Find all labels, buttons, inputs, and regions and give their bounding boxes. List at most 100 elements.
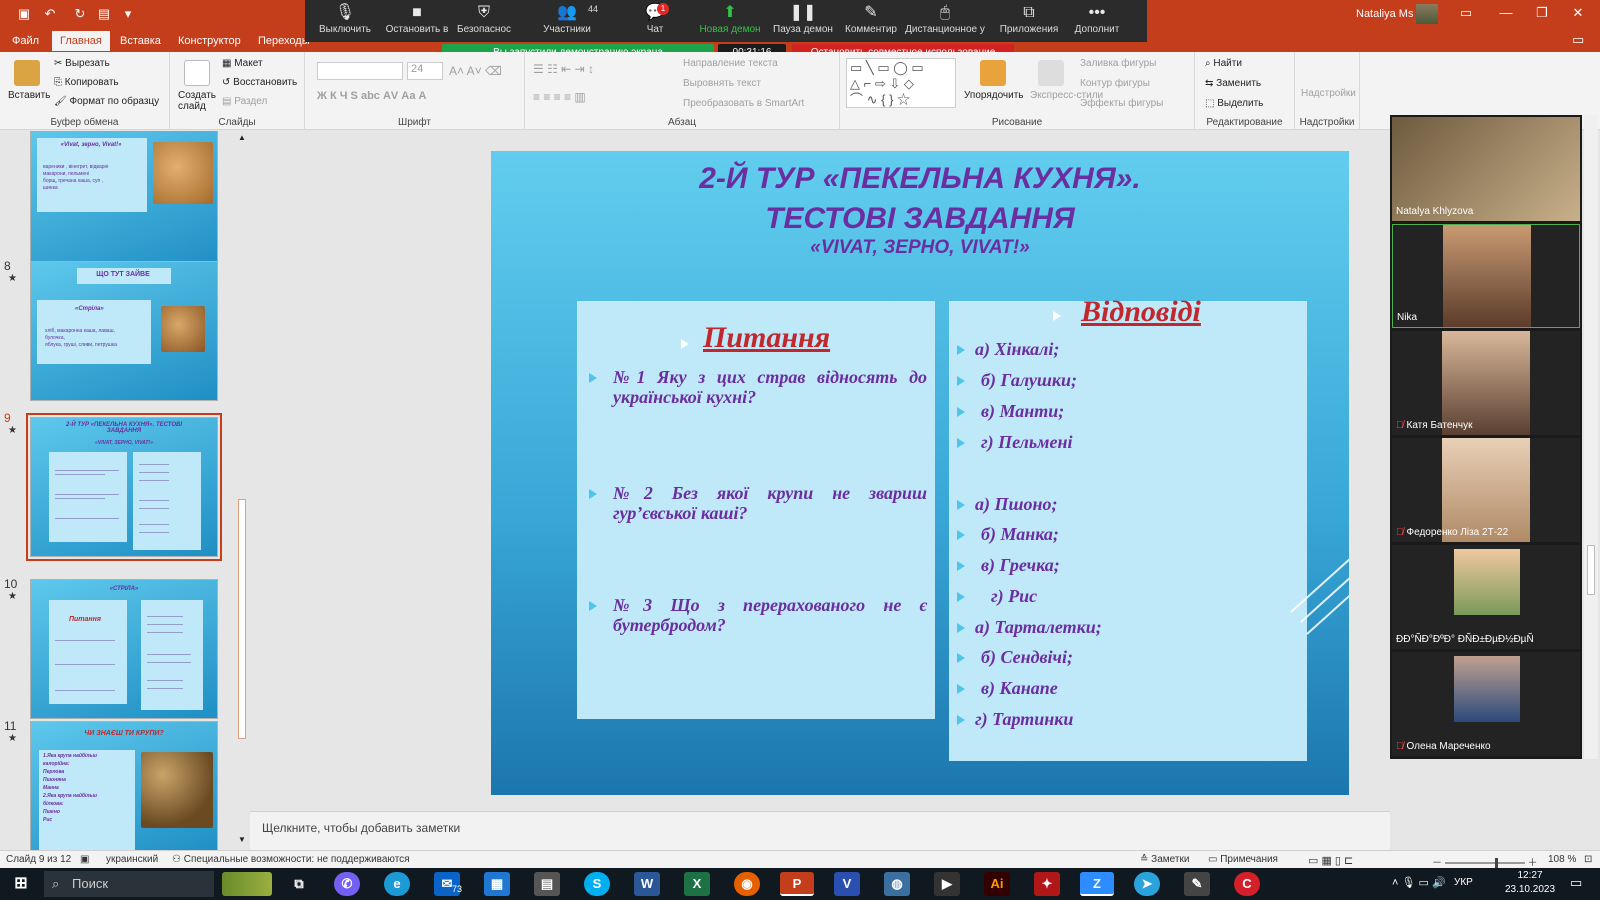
shape-fill-button[interactable]: Заливка фигуры xyxy=(1080,58,1156,69)
comments-toggle[interactable]: ▭ Примечания xyxy=(1208,854,1278,865)
calendar-icon[interactable]: ▦ xyxy=(484,872,510,896)
task-view-icon[interactable]: ⧉ xyxy=(286,872,312,896)
tab-file[interactable]: Файл xyxy=(6,33,45,49)
thumbnail-slide-9[interactable]: 2-Й ТУР «ПЕКЕЛЬНА КУХНЯ». ТЕСТОВІ ЗАВДАН… xyxy=(26,413,222,561)
replace-button[interactable]: ⇆ Заменить xyxy=(1205,78,1261,89)
quick-styles-icon[interactable] xyxy=(1038,60,1064,86)
taskbar-search[interactable]: ⌕ Поиск xyxy=(44,871,214,897)
find-button[interactable]: ⌕ Найти xyxy=(1205,58,1242,69)
participants-scrollbar[interactable] xyxy=(1584,115,1598,759)
edge-icon[interactable]: e xyxy=(384,872,410,896)
word-icon[interactable]: W xyxy=(634,872,660,896)
skype-icon[interactable]: S xyxy=(584,872,610,896)
red-app-icon[interactable]: C xyxy=(1234,872,1260,896)
arrange-icon[interactable] xyxy=(980,60,1006,86)
notification-icon[interactable]: ▭ xyxy=(1570,875,1582,891)
reset-button[interactable]: ↺ Восстановить xyxy=(222,77,297,88)
mute-button[interactable]: 🎙 Выключить xyxy=(315,2,375,35)
video-editor-icon[interactable]: ▶ xyxy=(934,872,960,896)
smartart-button[interactable]: Преобразовать в SmartArt xyxy=(683,98,804,109)
select-button[interactable]: ⬚ Выделить xyxy=(1205,98,1263,109)
view-buttons[interactable]: ▭ ▦ ▯ ⊏ xyxy=(1308,854,1353,867)
annotate-button[interactable]: ✎ Комментир xyxy=(841,2,901,35)
security-button[interactable]: ⛨ Безопаснос xyxy=(453,2,515,35)
layout-button[interactable]: ▦ Макет xyxy=(222,58,263,69)
comments-icon[interactable]: ▭ xyxy=(1572,32,1584,48)
fit-to-window-icon[interactable]: ⊡ xyxy=(1584,854,1592,865)
font-grow-icon[interactable]: A˄ A˅ ⌫ xyxy=(449,64,502,78)
firefox-icon[interactable]: ◉ xyxy=(734,872,760,896)
font-size-input[interactable]: 24 xyxy=(407,62,443,80)
scroll-up-icon[interactable]: ▲ xyxy=(237,133,247,143)
tab-home[interactable]: Главная xyxy=(52,31,110,51)
minimize-icon[interactable]: — xyxy=(1488,0,1524,26)
spellcheck-icon[interactable]: ▣ xyxy=(80,854,89,865)
tab-insert[interactable]: Вставка xyxy=(114,33,167,49)
shapes-gallery[interactable]: ▭ ╲ ▭ ◯ ▭ △ ⌐ ⇨ ⇩ ◇ ⌒ ∿ { } ☆ xyxy=(846,58,956,108)
participant-tile[interactable]: 🎙̸ Олена Мареченко xyxy=(1392,652,1580,756)
font-name-input[interactable] xyxy=(317,62,403,80)
arrange-button[interactable]: Упорядочить xyxy=(964,90,1024,101)
user-avatar[interactable] xyxy=(1416,4,1438,24)
scroll-down-icon[interactable]: ▼ xyxy=(237,835,247,845)
pen-app-icon[interactable]: ✎ xyxy=(1184,872,1210,896)
notes-toggle[interactable]: ≙ Заметки xyxy=(1140,854,1189,865)
participant-tile[interactable]: 🎙̸ Федоренко Ліза 2Т-22 xyxy=(1392,438,1580,542)
globe-app-icon[interactable]: ◍ xyxy=(884,872,910,896)
zoom-slider[interactable]: － ＋ xyxy=(1432,854,1538,869)
search-highlight-image[interactable] xyxy=(222,872,272,896)
thumbnail-slide-11[interactable]: ЧИ ЗНАЄШ ТИ КРУПИ? 1.Яка крупа найбільш … xyxy=(30,721,218,850)
align-buttons[interactable]: ≡ ≡ ≡ ≡ ▥ xyxy=(533,90,586,104)
font-format-buttons[interactable]: Ж К Ч S abc АV Аа А xyxy=(317,90,427,102)
tab-design[interactable]: Конструктор xyxy=(172,33,247,49)
chat-button[interactable]: 💬 Чат xyxy=(627,2,683,35)
shape-effects-button[interactable]: Эффекты фигуры xyxy=(1080,98,1163,109)
clock-date[interactable]: 23.10.2023 xyxy=(1500,884,1560,895)
copy-button[interactable]: ⎘ Копировать xyxy=(54,77,119,88)
text-direction-button[interactable]: Направление текста xyxy=(683,58,778,69)
undo-icon[interactable]: ↶ xyxy=(42,6,58,22)
viber-icon[interactable]: ✆ xyxy=(334,872,360,896)
addins-button[interactable]: Надстройки xyxy=(1301,88,1356,99)
thumbnails-scrollbar[interactable]: ▲ ▼ xyxy=(236,131,248,850)
more-button[interactable]: ••• Дополнит xyxy=(1065,2,1129,35)
clock-time[interactable]: 12:27 xyxy=(1500,870,1560,881)
align-text-button[interactable]: Выровнять текст xyxy=(683,78,761,89)
accessibility-status[interactable]: ⚇ Специальные возможности: не поддержива… xyxy=(172,854,410,865)
participant-tile[interactable]: Natalya Khlyzova xyxy=(1392,117,1580,221)
participant-tile[interactable]: 🎙̸ Катя Батенчук xyxy=(1392,331,1580,435)
illustrator-icon[interactable]: Ai xyxy=(984,872,1010,896)
scroll-thumb[interactable] xyxy=(1587,545,1595,595)
new-share-button[interactable]: ⬆ Новая демон xyxy=(697,2,763,35)
start-slideshow-icon[interactable]: ▤ xyxy=(96,6,112,22)
scroll-thumb[interactable] xyxy=(238,499,246,739)
redo-icon[interactable]: ↻ xyxy=(72,6,88,22)
participant-tile[interactable]: Nika xyxy=(1392,224,1580,328)
participant-tile[interactable]: ÐÐ°ÑÐ°ÐºÐ° ÐÑÐ±ÐµÐ½ÐµÑ xyxy=(1392,545,1580,649)
ribbon-display-icon[interactable]: ▭ xyxy=(1448,0,1484,26)
new-slide-button[interactable]: Создать слайд xyxy=(178,90,218,112)
close-icon[interactable]: ✕ xyxy=(1560,0,1596,26)
shape-outline-button[interactable]: Контур фигуры xyxy=(1080,78,1150,89)
cut-button[interactable]: ✂ Вырезать xyxy=(54,58,110,69)
thumbnail-slide-8[interactable]: ЩО ТУТ ЗАЙВЕ «Стріла» хліб, макаронна ка… xyxy=(30,261,218,401)
current-slide[interactable]: 2-Й ТУР «ПЕКЕЛЬНА КУХНЯ». ТЕСТОВІ ЗАВДАН… xyxy=(491,151,1349,795)
visio-icon[interactable]: V xyxy=(834,872,860,896)
save-icon[interactable]: ▣ xyxy=(16,6,32,22)
section-button[interactable]: ▤ Раздел xyxy=(222,96,267,107)
start-icon[interactable]: ⊞ xyxy=(8,872,34,896)
notes-pane[interactable]: Щелкните, чтобы добавить заметки xyxy=(250,811,1390,850)
thumbnail-slide-7[interactable]: «Vivat, зерно, Vivat!» вареники , вінегр… xyxy=(30,131,218,269)
pause-share-button[interactable]: ❚❚ Пауза демон xyxy=(771,2,835,35)
tray-icons[interactable]: ˄ 🎙 ▭ 🔊 xyxy=(1392,876,1446,889)
zoom-app-icon[interactable]: Z xyxy=(1080,872,1114,896)
telegram-icon[interactable]: ➤ xyxy=(1134,872,1160,896)
customize-qat-icon[interactable]: ▾ xyxy=(120,6,136,22)
paste-icon[interactable] xyxy=(14,60,40,86)
calculator-icon[interactable]: ▤ xyxy=(534,872,560,896)
list-buttons[interactable]: ☰ ☷ ⇤ ⇥ ↕ xyxy=(533,62,594,76)
restore-icon[interactable]: ❐ xyxy=(1524,0,1560,26)
input-language[interactable]: УКР xyxy=(1454,877,1473,888)
apps-button[interactable]: ⧉ Приложения xyxy=(995,2,1063,35)
format-painter-button[interactable]: 🖌 Формат по образцу xyxy=(54,96,159,107)
